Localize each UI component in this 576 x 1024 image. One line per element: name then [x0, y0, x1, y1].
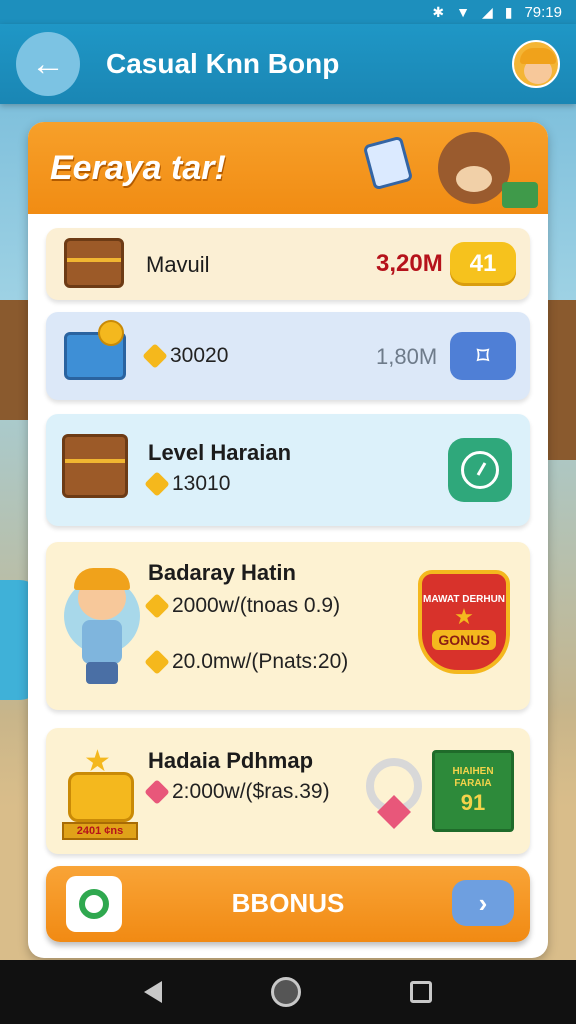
- app-title: Casual Knn Bonp: [106, 48, 340, 79]
- phone-icon: [362, 135, 414, 191]
- nav-home-icon[interactable]: [270, 977, 301, 1007]
- reward-row-3[interactable]: Level Haraian 13010: [46, 414, 530, 526]
- gem-icon: [144, 593, 170, 619]
- row-sub: 2:000w/($ras.39): [144, 779, 330, 805]
- row-sub-2: 20.0mw/(Pnats:20): [144, 649, 348, 675]
- bonus-button[interactable]: BBONUS ›: [46, 866, 530, 942]
- avatar[interactable]: [512, 40, 560, 88]
- gem-icon: [144, 471, 170, 497]
- ticket-top-text: HIAIHEN FARAIA: [452, 766, 494, 789]
- signal-icon: ◢: [481, 3, 493, 20]
- row-label: Mavuil: [146, 252, 210, 277]
- wifi-icon: ▼: [456, 4, 470, 20]
- status-time: 79:19: [524, 3, 562, 21]
- row-label: Level Haraian: [148, 440, 292, 465]
- arrow-left-icon: ←: [31, 44, 65, 83]
- back-button[interactable]: ←: [16, 32, 80, 96]
- prize-ticket[interactable]: HIAIHEN FARAIA 91: [432, 750, 514, 832]
- main-panel: Eeraya tar! Mavuil 3,20M 41 30020 1,80M …: [28, 122, 548, 958]
- ticket-number: 91: [460, 790, 486, 815]
- row-label: Hadaia Pdhmap: [148, 748, 314, 773]
- reward-row-1[interactable]: Mavuil 3,20M 41: [46, 228, 530, 300]
- panel-header: Eeraya tar!: [28, 122, 548, 214]
- reward-row-4[interactable]: Badaray Hatin 2000w/(tnoas 0.9) 20.0mw/(…: [46, 542, 530, 710]
- treasure-chest-icon: [62, 434, 128, 498]
- action-button[interactable]: ⌑: [450, 332, 516, 380]
- system-nav-bar: [0, 960, 576, 1024]
- bluetooth-icon: ✱: [432, 3, 445, 20]
- battery-icon: ▮: [504, 3, 513, 20]
- badge-bottom-text: GONUS: [432, 630, 496, 650]
- row-label: Badaray Hatin: [148, 560, 296, 585]
- gem-icon: [142, 343, 168, 369]
- treasure-chest-icon: [64, 238, 124, 288]
- book-icon: [502, 182, 538, 208]
- claim-button[interactable]: 41: [450, 242, 516, 286]
- beaver-mascot: [438, 132, 510, 204]
- nav-back-icon[interactable]: [144, 981, 163, 1003]
- gem-icon: [144, 649, 170, 675]
- medal-icon: [366, 758, 422, 814]
- coin-icon: [98, 320, 124, 346]
- row-amount: 3,20M: [376, 250, 443, 277]
- clock-icon: [461, 451, 499, 489]
- reward-row-2[interactable]: 30020 1,80M ⌑: [46, 312, 530, 400]
- header-illustration: [362, 130, 538, 214]
- gem-icon: [144, 779, 170, 805]
- status-bar: ✱ ▼ ◢ ▮ 79:19: [0, 0, 576, 24]
- bonus-badge[interactable]: MAWAT DERHUN ★ GONUS: [418, 570, 510, 674]
- app-bar: ← Casual Knn Bonp: [0, 24, 576, 104]
- coin-stack-icon: ★ 2401 ¢ns: [62, 742, 142, 842]
- reward-row-5[interactable]: ★ 2401 ¢ns Hadaia Pdhmap 2:000w/($ras.39…: [46, 728, 530, 854]
- row-sub-1: 2000w/(tnoas 0.9): [144, 593, 340, 619]
- star-icon: ★: [454, 604, 474, 629]
- chevron-right-icon[interactable]: ›: [452, 880, 514, 926]
- clock-button[interactable]: [448, 438, 512, 502]
- boy-character-icon: [64, 558, 144, 688]
- nav-recent-icon[interactable]: [409, 981, 432, 1003]
- row-amount: 1,80M: [376, 344, 438, 369]
- panel-title: Eeraya tar!: [50, 148, 226, 187]
- row-sub: 13010: [144, 471, 230, 497]
- row-sub: 30020: [142, 343, 228, 369]
- coins-plate-text: 2401 ¢ns: [62, 822, 138, 840]
